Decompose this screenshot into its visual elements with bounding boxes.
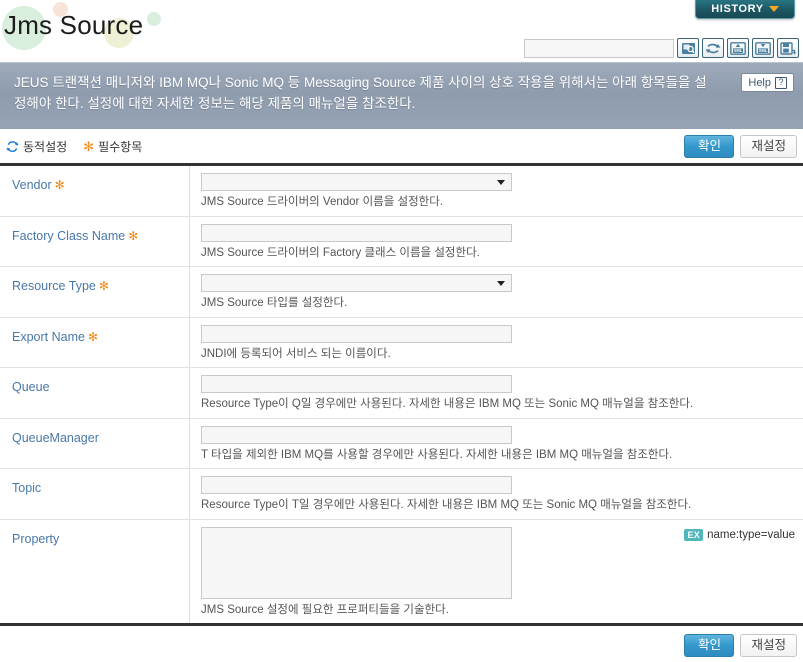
property-textarea[interactable] bbox=[201, 526, 512, 599]
legend-bar: 동적설정 ✻ 필수항목 확인 재설정 bbox=[0, 129, 803, 163]
legend-required-field: ✻ 필수항목 bbox=[83, 138, 142, 155]
field-description: Resource Type이 T일 경우에만 사용된다. 자세한 내용은 IBM… bbox=[201, 499, 692, 512]
xml-import-icon[interactable]: XML bbox=[727, 38, 749, 58]
form-field-cell: JMS Source 드라이버의 Factory 클래스 이름을 설정한다. bbox=[190, 217, 803, 267]
field-description: JMS Source 드라이버의 Vendor 이름을 설정한다. bbox=[201, 196, 444, 208]
legend-required-label: 필수항목 bbox=[98, 139, 143, 154]
field-label: Topic bbox=[12, 481, 42, 496]
form-label-cell: QueueManager bbox=[0, 418, 190, 469]
field-description: JMS Source 드라이버의 Factory 클래스 이름을 설정한다. bbox=[201, 246, 480, 259]
form-field-cell: JNDI에 등록되어 서비스 되는 이름이다. bbox=[190, 318, 803, 368]
chevron-down-icon bbox=[497, 179, 505, 185]
resource-type-select[interactable] bbox=[201, 274, 512, 293]
refresh-icon[interactable] bbox=[702, 38, 724, 58]
form-label-cell: Topic bbox=[0, 469, 190, 519]
reset-button-bottom[interactable]: 재설정 bbox=[740, 633, 797, 657]
field-description: Resource Type이 Q일 경우에만 사용된다. 자세한 내용은 IBM… bbox=[201, 398, 694, 411]
queue-input[interactable] bbox=[201, 375, 512, 394]
form-row-factory-class-name: Factory Class Name ✻ JMS Source 드라이버의 Fac… bbox=[0, 216, 803, 268]
asterisk-icon: ✻ bbox=[54, 178, 65, 192]
field-label: Vendor bbox=[12, 178, 52, 192]
field-description: JMS Source 설정에 필요한 프로퍼티들을 기술한다. bbox=[201, 603, 449, 616]
form-label-cell: Factory Class Name ✻ bbox=[0, 216, 190, 267]
info-banner-text: JEUS 트랜잭션 매니저와 IBM MQ나 Sonic MQ 등 Messag… bbox=[14, 75, 707, 111]
form-row-queue: Queue Resource Type이 Q일 경우에만 사용된다. 자세한 내… bbox=[0, 368, 803, 419]
form-field-cell: JMS Source 타입를 설정한다. bbox=[190, 267, 803, 317]
asterisk-icon: ✻ bbox=[128, 228, 139, 243]
jms-source-form: Vendor ✻ JMS Source 드라이버의 Vendor 이름을 설정한다… bbox=[0, 163, 803, 627]
form-field-cell: JMS Source 설정에 필요한 프로퍼티들을 기술한다. EX name:… bbox=[190, 520, 803, 624]
example-text: name:type=value bbox=[707, 529, 795, 541]
form-label-cell: Resource Type ✻ bbox=[0, 267, 190, 317]
svg-text:XML: XML bbox=[759, 48, 768, 53]
form-row-queue-manager: QueueManager T 타입을 제외한 IBM MQ를 사용할 경우에만 … bbox=[0, 418, 803, 470]
field-label: QueueManager bbox=[12, 430, 99, 445]
field-description: JNDI에 등록되어 서비스 되는 이름이다. bbox=[201, 347, 391, 360]
save-as-icon[interactable] bbox=[777, 38, 799, 58]
asterisk-icon: ✻ bbox=[98, 279, 109, 294]
header-toolbar: XML XML bbox=[524, 38, 799, 58]
form-row-topic: Topic Resource Type이 T일 경우에만 사용된다. 자세한 내… bbox=[0, 469, 803, 520]
svg-text:XML: XML bbox=[734, 48, 743, 53]
form-field-cell: Resource Type이 Q일 경우에만 사용된다. 자세한 내용은 IBM… bbox=[190, 368, 803, 418]
field-label: Queue bbox=[12, 380, 50, 395]
form-field-cell: T 타입을 제외한 IBM MQ를 사용할 경우에만 사용된다. 자세한 내용은… bbox=[190, 419, 803, 469]
field-description: T 타입을 제외한 IBM MQ를 사용할 경우에만 사용된다. 자세한 내용은… bbox=[201, 448, 673, 461]
form-row-property: Property JMS Source 설정에 필요한 프로퍼티들을 기술한다.… bbox=[0, 519, 803, 624]
field-label: Property bbox=[12, 531, 60, 546]
info-banner: JEUS 트랜잭션 매니저와 IBM MQ나 Sonic MQ 등 Messag… bbox=[0, 62, 803, 129]
question-mark-icon: ? bbox=[775, 76, 787, 89]
export-name-input[interactable] bbox=[201, 324, 512, 343]
form-label-cell: Vendor ✻ bbox=[0, 166, 190, 216]
field-label: Factory Class Name bbox=[12, 228, 126, 243]
asterisk-icon: ✻ bbox=[83, 138, 95, 154]
help-button-label: Help bbox=[748, 76, 771, 89]
legend-action-buttons: 확인 재설정 bbox=[684, 135, 797, 158]
field-label: Export Name bbox=[12, 329, 85, 344]
deco-circle-green-small bbox=[147, 12, 161, 26]
footer-actions: 확인 재설정 bbox=[0, 626, 803, 662]
history-tab[interactable]: HISTORY bbox=[695, 0, 795, 19]
page-header: Jms Source HISTORY XML XML bbox=[0, 0, 803, 62]
form-row-vendor: Vendor ✻ JMS Source 드라이버의 Vendor 이름을 설정한다… bbox=[0, 166, 803, 217]
form-row-export-name: Export Name ✻ JNDI에 등록되어 서비스 되는 이름이다. bbox=[0, 317, 803, 369]
form-label-cell: Export Name ✻ bbox=[0, 317, 190, 368]
chevron-down-icon bbox=[497, 280, 505, 286]
xml-export-icon[interactable]: XML bbox=[752, 38, 774, 58]
vendor-select[interactable] bbox=[201, 173, 512, 191]
reset-button-top[interactable]: 재설정 bbox=[740, 135, 797, 158]
refresh-sync-icon bbox=[6, 140, 19, 152]
topic-input[interactable] bbox=[201, 476, 512, 495]
search-input[interactable] bbox=[524, 38, 674, 58]
example-badge: EX bbox=[684, 528, 704, 542]
legend-dynamic-label: 동적설정 bbox=[23, 139, 68, 154]
form-field-cell: JMS Source 드라이버의 Vendor 이름을 설정한다. bbox=[190, 166, 803, 216]
help-button[interactable]: Help ? bbox=[741, 73, 794, 92]
form-label-cell: Queue bbox=[0, 368, 190, 418]
field-description: JMS Source 타입를 설정한다. bbox=[201, 297, 348, 310]
asterisk-icon: ✻ bbox=[87, 329, 99, 344]
property-example-hint: EX name:type=value bbox=[684, 528, 795, 542]
legend-dynamic-setting: 동적설정 bbox=[6, 138, 67, 155]
search-icon[interactable] bbox=[677, 38, 699, 58]
form-label-cell: Property bbox=[0, 519, 190, 624]
queue-manager-input[interactable] bbox=[201, 425, 512, 444]
form-field-cell: Resource Type이 T일 경우에만 사용된다. 자세한 내용은 IBM… bbox=[190, 469, 803, 519]
field-label: Resource Type bbox=[12, 279, 96, 294]
page-title: Jms Source bbox=[4, 10, 144, 40]
history-tab-label: HISTORY bbox=[711, 3, 764, 15]
confirm-button-top[interactable]: 확인 bbox=[684, 135, 735, 158]
factory-class-name-input[interactable] bbox=[201, 223, 512, 242]
chevron-down-icon bbox=[768, 6, 779, 12]
confirm-button-bottom[interactable]: 확인 bbox=[684, 633, 735, 657]
form-row-resource-type: Resource Type ✻ JMS Source 타입를 설정한다. bbox=[0, 267, 803, 318]
